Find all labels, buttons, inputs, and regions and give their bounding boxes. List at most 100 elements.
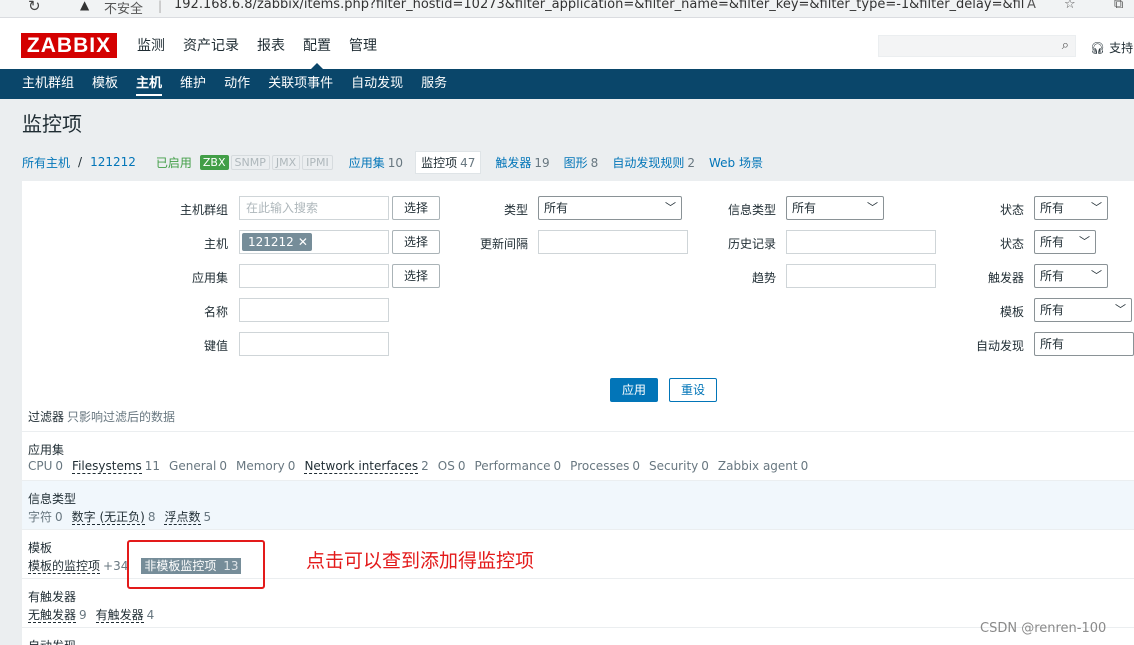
template-select[interactable]: 所有 ﹀ [1034, 298, 1132, 322]
host-group-select-button[interactable]: 选择 [392, 196, 440, 220]
collections-icon[interactable]: ⧉ [1114, 0, 1123, 12]
state-select[interactable]: 所有 ﹀ [1034, 196, 1108, 220]
state-label: 状态 [999, 203, 1024, 217]
subfilter-item-label[interactable]: 数字 (无正负) [71, 510, 145, 525]
subfilter-item-label[interactable]: 浮点数 [164, 510, 201, 525]
host-group-input[interactable]: 在此输入搜索 [239, 196, 389, 220]
web-scenarios-tab[interactable]: Web 场景 [709, 154, 763, 171]
reset-button[interactable]: 重设 [669, 378, 717, 402]
menu-monitoring[interactable]: 监测 [128, 18, 174, 69]
subfilter-item-count: 2 [421, 459, 429, 473]
subfilter-item[interactable]: 浮点数 5 [164, 508, 211, 525]
menu-reports[interactable]: 报表 [248, 18, 294, 69]
application-select-button[interactable]: 选择 [392, 264, 440, 288]
favorites-icon[interactable]: ☆ [1064, 0, 1076, 12]
type-select[interactable]: 所有 ﹀ [538, 196, 682, 220]
subfilter-item-label[interactable]: 无触发器 [28, 608, 77, 623]
key-input[interactable] [239, 332, 389, 356]
history-label: 历史记录 [727, 237, 776, 251]
status-select[interactable]: 所有 ﹀ [1034, 230, 1096, 254]
support-link[interactable]: 🎧︎ 支持 [1090, 39, 1133, 56]
subfilter-item: General 0 [169, 459, 227, 473]
subfilter-item-label: Processes [570, 459, 630, 473]
submenu-templates[interactable]: 模板 [83, 69, 127, 99]
submenu-maintenance[interactable]: 维护 [171, 69, 215, 99]
headset-icon: 🎧︎ [1090, 41, 1106, 55]
subfilter-item-label[interactable]: Filesystems [72, 459, 142, 474]
subfilter-item-label[interactable]: Network interfaces [304, 459, 419, 474]
all-hosts-link[interactable]: 所有主机 [22, 154, 70, 171]
subfilter-item[interactable]: 模板的监控项 +34 [28, 557, 128, 574]
triggers-tab[interactable]: 触发器 19 [495, 154, 549, 171]
submenu-discovery[interactable]: 自动发现 [342, 69, 412, 99]
subfilter-discovery-title: 自动发现 [28, 637, 76, 645]
host-link[interactable]: 121212 [90, 155, 136, 169]
graphs-count: 8 [590, 155, 599, 170]
zabbix-logo[interactable]: ZABBIX [21, 33, 117, 58]
chevron-down-icon: ﹀ [1091, 201, 1102, 214]
snmp-availability-tag: SNMP [230, 154, 270, 170]
chevron-down-icon: ﹀ [1115, 303, 1126, 316]
submenu-actions[interactable]: 动作 [215, 69, 259, 99]
submenu-host-groups[interactable]: 主机群组 [13, 69, 83, 99]
name-input[interactable] [239, 298, 389, 322]
jmx-availability-tag: JMX [271, 154, 301, 170]
info-type-select-value: 所有 [792, 201, 817, 215]
menu-administration[interactable]: 管理 [340, 18, 386, 69]
trends-label: 趋势 [751, 271, 776, 285]
subfilter-item: Security 0 [649, 459, 709, 473]
subfilter-item[interactable]: 有触发器 4 [95, 606, 154, 623]
insecure-label: 不安全 [104, 2, 144, 17]
main-menu: 监测 资产记录 报表 配置 管理 [128, 18, 386, 69]
subfilter-item[interactable]: Filesystems 11 [72, 459, 160, 474]
subfilter-item-label[interactable]: 模板的监控项 [28, 559, 101, 574]
host-select-button[interactable]: 选择 [392, 230, 440, 254]
applications-tab[interactable]: 应用集 10 [349, 154, 403, 171]
graphs-tab[interactable]: 图形 8 [564, 154, 599, 171]
submenu-services[interactable]: 服务 [412, 69, 456, 99]
annotation-highlight-box [127, 540, 265, 589]
read-aloud-icon[interactable]: A [1027, 0, 1036, 12]
host-status[interactable]: 已启用 [156, 154, 192, 171]
items-tab[interactable]: 监控项 47 [415, 150, 482, 174]
subfilter-item[interactable]: Network interfaces 2 [304, 459, 429, 474]
subfilter-item-label: CPU [28, 459, 53, 473]
subfilter-item-label: Zabbix agent [717, 459, 798, 473]
subfilter-applications: 应用集 CPU 0 Filesystems 11 General 0 Memory 0 … [22, 431, 1134, 481]
chevron-down-icon: ﹀ [867, 201, 878, 214]
template-label: 模板 [999, 305, 1024, 319]
submenu-event-correlation[interactable]: 关联项事件 [259, 69, 342, 99]
triggers-select[interactable]: 所有 ﹀ [1034, 264, 1108, 288]
watermark: CSDN @renren-100 [980, 621, 1107, 636]
reload-icon[interactable]: ↻ [28, 0, 41, 15]
key-label: 键值 [203, 339, 228, 353]
host-chip-label: 121212 [248, 235, 294, 249]
discovery-rules-tab[interactable]: 自动发现规则 2 [612, 154, 695, 171]
application-input[interactable] [239, 264, 389, 288]
page-title: 监控项 [22, 112, 82, 136]
trends-input[interactable] [786, 264, 936, 288]
submenu-hosts[interactable]: 主机 [127, 69, 171, 99]
subfilter-item-count: 9 [79, 608, 87, 622]
update-interval-input[interactable] [538, 230, 688, 254]
global-search-input[interactable]: ⌕ [878, 35, 1076, 57]
url-field[interactable]: 192.168.6.8/zabbix/items.php?filter_host… [174, 0, 1024, 12]
subfilter-item[interactable]: 无触发器 9 [28, 606, 87, 623]
annotation-text: 点击可以查到添加得监控项 [306, 550, 535, 572]
search-icon[interactable]: ⌕ [1062, 38, 1069, 53]
top-header: ZABBIX 监测 资产记录 报表 配置 管理 ⌕ 🎧︎ 支持 [0, 18, 1134, 69]
subfilter-with-triggers-title: 有触发器 [28, 590, 77, 604]
sub-menu: 主机群组 模板 主机 维护 动作 关联项事件 自动发现 服务 [0, 69, 1134, 99]
subfilter-item-label[interactable]: 有触发器 [95, 608, 144, 623]
discovery-select[interactable]: 所有 [1034, 332, 1134, 356]
menu-inventory[interactable]: 资产记录 [174, 18, 248, 69]
items-count: 47 [460, 155, 476, 170]
name-label: 名称 [203, 305, 228, 319]
apply-button[interactable]: 应用 [610, 378, 658, 402]
remove-chip-icon[interactable]: ✕ [298, 235, 308, 249]
menu-configuration[interactable]: 配置 [294, 18, 340, 69]
subfilter-item[interactable]: 数字 (无正负) 8 [71, 508, 155, 525]
info-type-select[interactable]: 所有 ﹀ [786, 196, 884, 220]
history-input[interactable] [786, 230, 936, 254]
subfilter-applications-list: CPU 0 Filesystems 11 General 0 Memory 0 Netw… [28, 459, 817, 474]
